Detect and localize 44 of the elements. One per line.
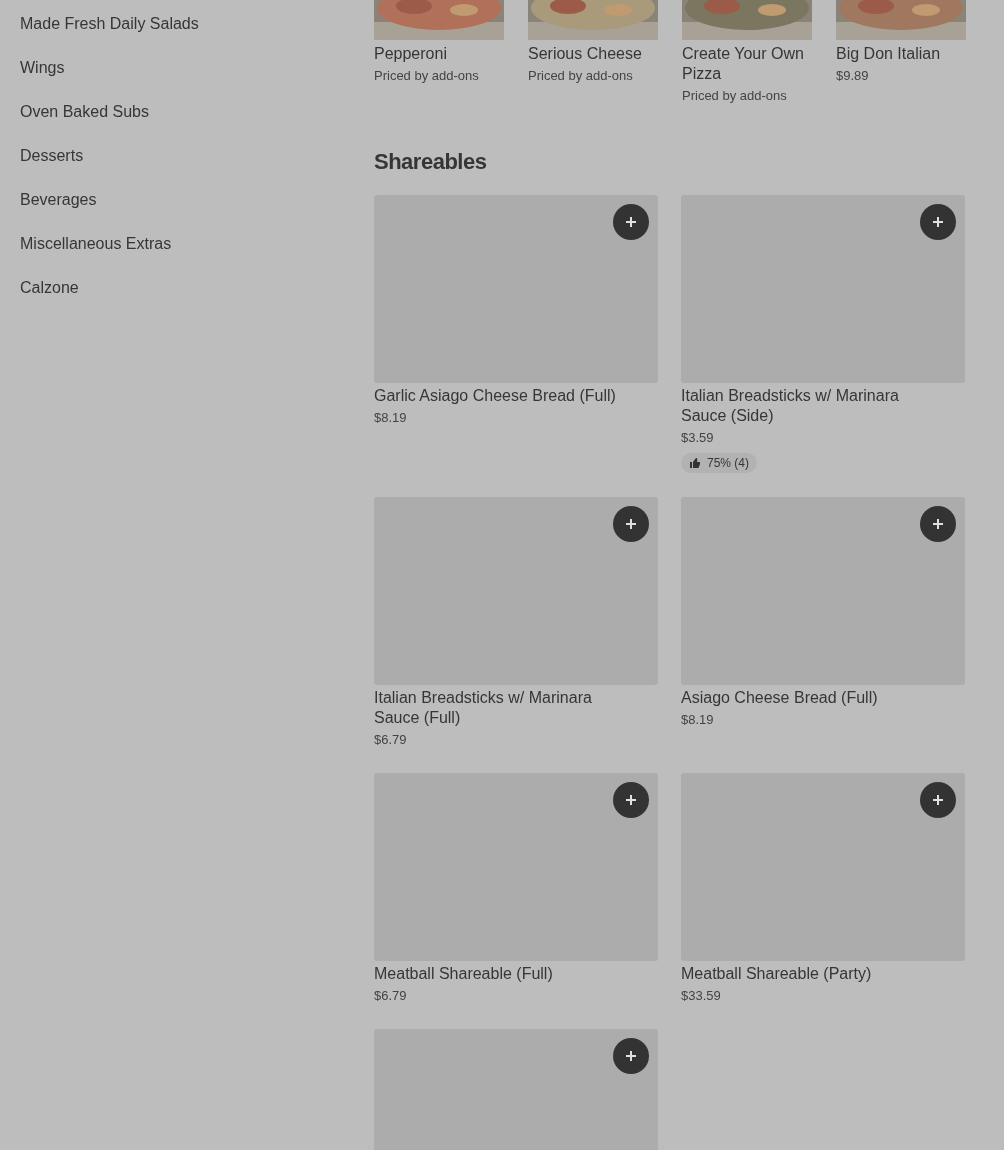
plus-icon	[625, 1050, 637, 1062]
rating-text: 75% (4)	[707, 456, 750, 470]
add-button[interactable]	[613, 1038, 649, 1074]
category-link[interactable]: Calzone	[20, 277, 374, 299]
item-price: $3.59	[681, 429, 715, 447]
item-price: $6.79	[374, 731, 408, 749]
item-name: Meatball Shareable (Party)	[681, 964, 873, 984]
section-title: Shareables	[374, 148, 488, 176]
add-button[interactable]	[920, 506, 956, 542]
item-price: $6.79	[374, 987, 408, 1005]
item-price: $33.59	[681, 987, 722, 1005]
category-link[interactable]: Desserts	[20, 145, 374, 167]
item-price: Priced by add-ons	[374, 67, 480, 85]
item-price: $8.19	[374, 409, 408, 427]
item-price: $9.89	[836, 67, 870, 85]
item-name: Garlic Asiago Cheese Bread (Full)	[374, 386, 617, 406]
plus-icon	[625, 794, 637, 806]
item-price: Priced by add-ons	[528, 67, 634, 85]
thumbs-up-icon	[689, 457, 701, 469]
add-button[interactable]	[613, 782, 649, 818]
category-link[interactable]: Made Fresh Daily Salads	[20, 13, 374, 35]
add-button[interactable]	[920, 204, 956, 240]
add-button[interactable]	[613, 506, 649, 542]
item-name: Italian Breadsticks w/ Marinara Sauce (Side)	[681, 386, 900, 426]
category-link[interactable]: Wings	[20, 57, 374, 79]
plus-icon	[932, 216, 944, 228]
item-name: Pepperoni	[374, 44, 448, 64]
item-name: Big Don Italian	[836, 44, 942, 64]
plus-icon	[625, 518, 637, 530]
item-name: Serious Cheese	[528, 44, 643, 64]
category-link[interactable]: Oven Baked Subs	[20, 101, 374, 123]
add-button[interactable]	[920, 782, 956, 818]
item-name: Asiago Cheese Bread (Full)	[681, 688, 879, 708]
plus-icon	[932, 794, 944, 806]
plus-icon	[625, 216, 637, 228]
item-price: $8.19	[681, 711, 715, 729]
add-button[interactable]	[613, 204, 649, 240]
item-price: Priced by add-ons	[682, 87, 788, 105]
category-link[interactable]: Miscellaneous Extras	[20, 233, 374, 255]
item-name: Create Your Own Pizza	[682, 44, 805, 84]
plus-icon	[932, 518, 944, 530]
category-link[interactable]: Beverages	[20, 189, 374, 211]
item-name: Italian Breadsticks w/ Marinara Sauce (Full)	[374, 688, 593, 728]
item-name: Meatball Shareable (Full)	[374, 964, 554, 984]
